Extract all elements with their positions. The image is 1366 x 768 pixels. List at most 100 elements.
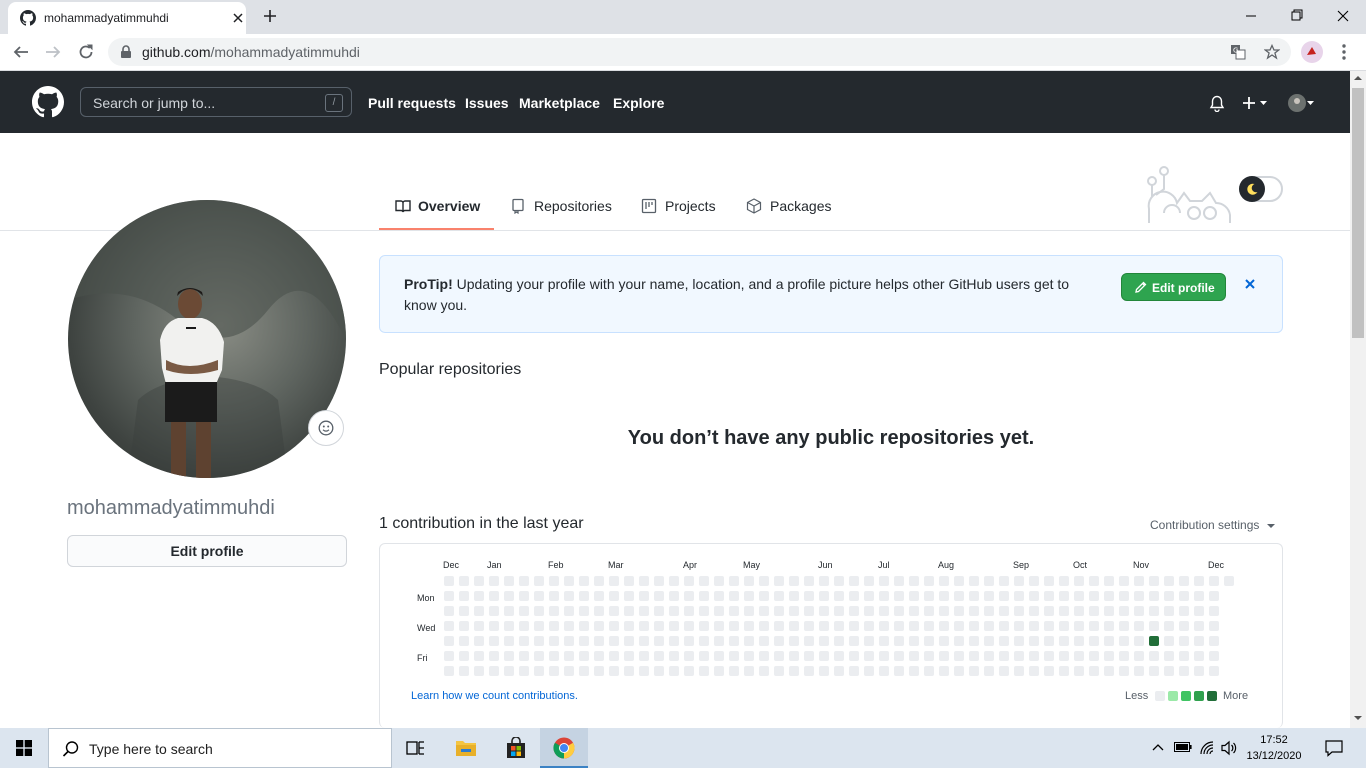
contribution-day-cell[interactable] <box>444 606 454 616</box>
contribution-day-cell[interactable] <box>1149 666 1159 676</box>
contribution-day-cell[interactable] <box>984 591 994 601</box>
contribution-day-cell[interactable] <box>534 576 544 586</box>
contribution-day-cell[interactable] <box>999 591 1009 601</box>
contribution-day-cell[interactable] <box>1059 591 1069 601</box>
contribution-day-cell[interactable] <box>534 621 544 631</box>
contribution-day-cell[interactable] <box>804 606 814 616</box>
contribution-day-cell[interactable] <box>579 651 589 661</box>
contribution-day-cell[interactable] <box>1209 576 1219 586</box>
contribution-day-cell[interactable] <box>474 591 484 601</box>
contribution-day-cell[interactable] <box>744 651 754 661</box>
contribution-day-cell[interactable] <box>549 606 559 616</box>
contribution-day-cell[interactable] <box>639 666 649 676</box>
contribution-day-cell[interactable] <box>1029 651 1039 661</box>
contribution-day-cell[interactable] <box>1059 576 1069 586</box>
contribution-day-cell[interactable] <box>1074 636 1084 646</box>
contribution-day-cell[interactable] <box>684 621 694 631</box>
taskbar-clock[interactable]: 17:52 13/12/2020 <box>1244 732 1304 764</box>
contribution-day-cell[interactable] <box>774 621 784 631</box>
contribution-day-cell[interactable] <box>939 621 949 631</box>
contribution-day-cell[interactable] <box>819 576 829 586</box>
contribution-day-cell[interactable] <box>564 651 574 661</box>
contribution-day-cell[interactable] <box>669 636 679 646</box>
contribution-day-cell[interactable] <box>489 651 499 661</box>
contribution-day-cell[interactable] <box>864 651 874 661</box>
theme-toggle[interactable] <box>1239 176 1283 202</box>
github-search-input[interactable]: Search or jump to... / <box>80 87 352 117</box>
contribution-day-cell[interactable] <box>1044 666 1054 676</box>
tab-packages[interactable]: Packages <box>770 198 831 214</box>
contribution-day-cell[interactable] <box>909 666 919 676</box>
contribution-day-cell[interactable] <box>804 636 814 646</box>
contribution-day-cell[interactable] <box>879 636 889 646</box>
contribution-day-cell[interactable] <box>999 636 1009 646</box>
contribution-day-cell[interactable] <box>744 606 754 616</box>
contribution-day-cell[interactable] <box>969 651 979 661</box>
contribution-day-cell[interactable] <box>759 606 769 616</box>
contribution-day-cell[interactable] <box>729 576 739 586</box>
contribution-day-cell[interactable] <box>519 606 529 616</box>
contribution-day-cell[interactable] <box>909 651 919 661</box>
contribution-day-cell[interactable] <box>1149 651 1159 661</box>
address-bar[interactable]: github.com/mohammadyatimmuhdi G <box>108 38 1291 66</box>
contribution-day-cell[interactable] <box>534 591 544 601</box>
translate-icon[interactable]: G <box>1230 44 1246 60</box>
contribution-day-cell[interactable] <box>444 621 454 631</box>
contribution-day-cell[interactable] <box>624 666 634 676</box>
contribution-day-cell[interactable] <box>684 606 694 616</box>
contribution-day-cell[interactable] <box>624 576 634 586</box>
contribution-day-cell[interactable] <box>1104 606 1114 616</box>
contribution-day-cell[interactable] <box>1134 651 1144 661</box>
contribution-day-cell[interactable] <box>819 591 829 601</box>
close-tab-icon[interactable] <box>230 10 246 26</box>
contribution-day-cell[interactable] <box>969 606 979 616</box>
contribution-day-cell[interactable] <box>1149 606 1159 616</box>
contribution-day-cell[interactable] <box>954 576 964 586</box>
contribution-day-cell[interactable] <box>1179 666 1189 676</box>
contribution-day-cell[interactable] <box>579 666 589 676</box>
contribution-day-cell[interactable] <box>1059 606 1069 616</box>
contribution-day-cell[interactable] <box>1104 636 1114 646</box>
contribution-day-cell[interactable] <box>984 651 994 661</box>
contribution-day-cell[interactable] <box>1044 606 1054 616</box>
contribution-day-cell[interactable] <box>714 666 724 676</box>
contribution-day-cell[interactable] <box>564 576 574 586</box>
file-explorer-icon[interactable] <box>455 738 477 758</box>
contribution-day-cell[interactable] <box>864 636 874 646</box>
contribution-day-cell[interactable] <box>984 576 994 586</box>
contribution-day-cell[interactable] <box>909 591 919 601</box>
contribution-day-cell[interactable] <box>1194 576 1204 586</box>
protip-edit-profile-button[interactable]: Edit profile <box>1121 273 1226 301</box>
contribution-day-cell[interactable] <box>519 636 529 646</box>
restore-icon[interactable] <box>1290 8 1304 24</box>
contribution-day-cell[interactable] <box>624 591 634 601</box>
contribution-day-cell[interactable] <box>1149 621 1159 631</box>
contribution-day-cell[interactable] <box>939 606 949 616</box>
contribution-day-cell[interactable] <box>684 576 694 586</box>
contribution-day-cell[interactable] <box>1119 606 1129 616</box>
contribution-day-cell[interactable] <box>594 606 604 616</box>
microsoft-store-icon[interactable] <box>505 737 527 759</box>
contribution-day-cell[interactable] <box>1209 636 1219 646</box>
contribution-day-cell[interactable] <box>1044 576 1054 586</box>
contribution-day-cell[interactable] <box>1164 576 1174 586</box>
contribution-day-cell[interactable] <box>579 636 589 646</box>
contribution-day-cell[interactable] <box>669 606 679 616</box>
contribution-day-cell[interactable] <box>954 591 964 601</box>
contribution-day-cell[interactable] <box>609 621 619 631</box>
taskbar-search-box[interactable]: Type here to search <box>48 728 392 768</box>
contribution-day-cell[interactable] <box>849 651 859 661</box>
contribution-day-cell[interactable] <box>759 621 769 631</box>
contribution-day-cell[interactable] <box>474 651 484 661</box>
contribution-day-cell[interactable] <box>1044 591 1054 601</box>
contribution-day-cell[interactable] <box>729 606 739 616</box>
contribution-day-cell[interactable] <box>849 621 859 631</box>
contribution-day-cell[interactable] <box>939 591 949 601</box>
contribution-day-cell[interactable] <box>489 606 499 616</box>
forward-icon[interactable] <box>44 44 62 60</box>
contribution-day-cell[interactable] <box>459 591 469 601</box>
contribution-day-cell[interactable] <box>774 636 784 646</box>
contribution-day-cell[interactable] <box>969 621 979 631</box>
contribution-day-cell[interactable] <box>789 621 799 631</box>
contribution-day-cell[interactable] <box>789 606 799 616</box>
